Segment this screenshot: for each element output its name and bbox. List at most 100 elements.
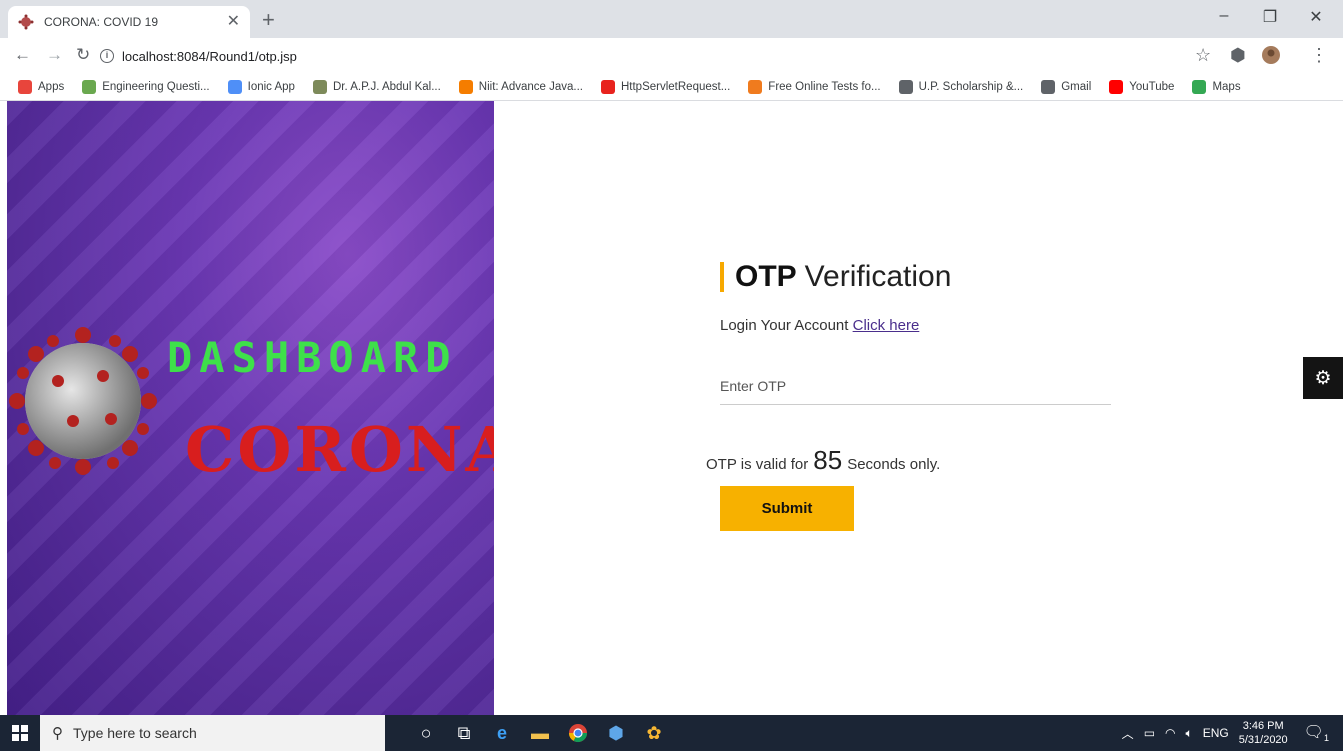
virus-favicon-icon: [18, 14, 34, 30]
edge-icon[interactable]: e: [483, 715, 521, 751]
bookmark-item[interactable]: Ionic App: [227, 80, 295, 94]
title-accent-bar: [720, 262, 724, 292]
taskbar-search-placeholder: Type here to search: [73, 725, 197, 741]
otp-verification-form: OTP Verification Login Your Account Clic…: [706, 259, 1112, 531]
bookmark-item[interactable]: U.P. Scholarship &...: [898, 80, 1024, 94]
virtualbox-icon[interactable]: ⬢: [597, 715, 635, 751]
otp-input[interactable]: [720, 372, 1111, 405]
tests-icon: [748, 80, 763, 94]
address-bar[interactable]: i localhost:8084/Round1/otp.jsp: [100, 43, 1220, 69]
oracle-icon: [600, 80, 615, 94]
apps-grid-icon: [18, 80, 32, 94]
notification-count: 1: [1323, 733, 1329, 744]
otp-validity-text: OTP is valid for 85 Seconds only.: [706, 445, 940, 476]
browser-tab-bar: CORONA: COVID 19 ✕ + – ❐ ✕: [0, 0, 1343, 38]
volume-icon[interactable]: 🔈︎: [1186, 726, 1193, 741]
close-tab-icon[interactable]: ✕: [227, 14, 240, 30]
bookmark-star-icon[interactable]: ☆: [1195, 46, 1211, 64]
settings-gear-icon[interactable]: ⚙: [1303, 357, 1343, 399]
chrome-icon[interactable]: [559, 715, 597, 751]
validity-prefix: OTP is valid for: [706, 456, 809, 473]
menu-kebab-icon[interactable]: ⋮: [1310, 46, 1328, 64]
wifi-icon[interactable]: ◠: [1165, 726, 1175, 740]
notification-center-icon[interactable]: 🗨︎1: [1304, 722, 1329, 743]
anaconda-icon[interactable]: ✿: [635, 715, 673, 751]
globe-icon: [1041, 80, 1056, 94]
dashboard-title: DASHBOARD: [167, 333, 458, 382]
bookmark-label: Ionic App: [247, 81, 295, 93]
bookmark-item[interactable]: Maps: [1192, 80, 1241, 94]
system-tray: ︿ ▭ ◠ 🔈︎ ENG 3:46 PM 5/31/2020 🗨︎1: [1122, 715, 1343, 751]
bookmark-label: Apps: [38, 81, 65, 93]
extension-icon[interactable]: ⬢: [1230, 46, 1246, 64]
title-light: Verification: [804, 260, 952, 293]
windows-taskbar: ⚲ Type here to search ○ ⧉ e ▬ ⬢ ✿ ︿ ▭ ◠ …: [0, 715, 1343, 751]
bookmark-label: Gmail: [1061, 81, 1092, 93]
validity-suffix: Seconds only.: [847, 456, 941, 473]
windows-logo-icon: [12, 725, 28, 741]
new-tab-icon[interactable]: +: [262, 9, 275, 31]
avatar-icon: [1262, 46, 1280, 64]
clock-time: 3:46 PM: [1242, 720, 1284, 732]
site-info-icon[interactable]: i: [100, 49, 114, 63]
search-icon: ⚲: [52, 725, 63, 742]
bookmark-item[interactable]: YouTube: [1109, 80, 1174, 94]
bookmark-label: YouTube: [1129, 81, 1175, 93]
coronavirus-icon: [9, 327, 157, 475]
bookmark-label: Engineering Questi...: [102, 81, 210, 93]
bookmark-item[interactable]: Apps: [18, 80, 64, 94]
bookmark-label: Niit: Advance Java...: [478, 81, 583, 93]
dashboard-hero-banner: DASHBOARD CORONA: [7, 101, 494, 715]
bookmark-label: HttpServletRequest...: [620, 81, 731, 93]
clock-date: 5/31/2020: [1238, 734, 1288, 746]
portrait-icon: [312, 80, 327, 94]
countdown-timer: 85: [813, 445, 843, 475]
close-window-icon[interactable]: ✕: [1293, 7, 1339, 27]
bookmark-label: U.P. Scholarship &...: [918, 81, 1024, 93]
page-content: DASHBOARD CORONA OTP Verification Login …: [0, 101, 1343, 715]
battery-icon[interactable]: ▭: [1144, 726, 1155, 740]
title-bold: OTP: [735, 260, 797, 293]
task-view-icon[interactable]: ⧉: [445, 715, 483, 751]
back-icon[interactable]: ←: [14, 46, 31, 63]
ionic-icon: [227, 80, 242, 94]
restore-icon[interactable]: ❐: [1247, 7, 1293, 27]
reload-icon[interactable]: ↻: [76, 46, 90, 63]
login-link[interactable]: Click here: [853, 317, 920, 334]
bookmarks-bar: Apps Engineering Questi... Ionic App Dr. A.…: [0, 74, 1343, 101]
corona-title: CORONA: [185, 413, 494, 486]
bookmark-label: Free Online Tests fo...: [768, 81, 881, 93]
url-text: localhost:8084/Round1/otp.jsp: [122, 48, 297, 64]
maps-icon: [1192, 80, 1207, 94]
bookmark-label: Maps: [1212, 81, 1241, 93]
blogger-icon: [458, 80, 473, 94]
browser-tab[interactable]: CORONA: COVID 19 ✕: [8, 6, 250, 38]
bookmark-item[interactable]: Free Online Tests fo...: [748, 80, 881, 94]
engineering-site-icon: [82, 80, 97, 94]
chrome-logo-icon: [569, 724, 587, 743]
login-prompt: Login Your Account Click here: [720, 317, 1112, 334]
start-button[interactable]: [0, 715, 40, 751]
youtube-icon: [1109, 80, 1124, 94]
bookmark-label: Dr. A.P.J. Abdul Kal...: [332, 81, 441, 93]
taskbar-search[interactable]: ⚲ Type here to search: [40, 715, 385, 751]
minimize-icon[interactable]: –: [1201, 7, 1247, 25]
bookmark-item[interactable]: HttpServletRequest...: [600, 80, 731, 94]
cortana-icon[interactable]: ○: [407, 715, 445, 751]
clock[interactable]: 3:46 PM 5/31/2020: [1239, 719, 1288, 747]
bookmark-item[interactable]: Engineering Questi...: [82, 80, 210, 94]
login-text: Login Your Account: [720, 317, 849, 334]
bookmark-item[interactable]: Niit: Advance Java...: [458, 80, 583, 94]
bookmark-item[interactable]: Gmail: [1041, 80, 1091, 94]
submit-button[interactable]: Submit: [720, 486, 854, 531]
page-title: OTP Verification: [720, 259, 1112, 295]
language-indicator[interactable]: ENG: [1203, 726, 1229, 740]
browser-toolbar: ← → ↻ i localhost:8084/Round1/otp.jsp ☆ …: [0, 38, 1343, 74]
tab-title: CORONA: COVID 19: [44, 15, 159, 29]
globe-icon: [898, 80, 913, 94]
show-hidden-icons-icon[interactable]: ︿: [1122, 725, 1134, 742]
forward-icon[interactable]: →: [46, 46, 63, 63]
profile-avatar[interactable]: [1262, 46, 1280, 67]
file-explorer-icon[interactable]: ▬: [521, 715, 559, 751]
bookmark-item[interactable]: Dr. A.P.J. Abdul Kal...: [312, 80, 441, 94]
